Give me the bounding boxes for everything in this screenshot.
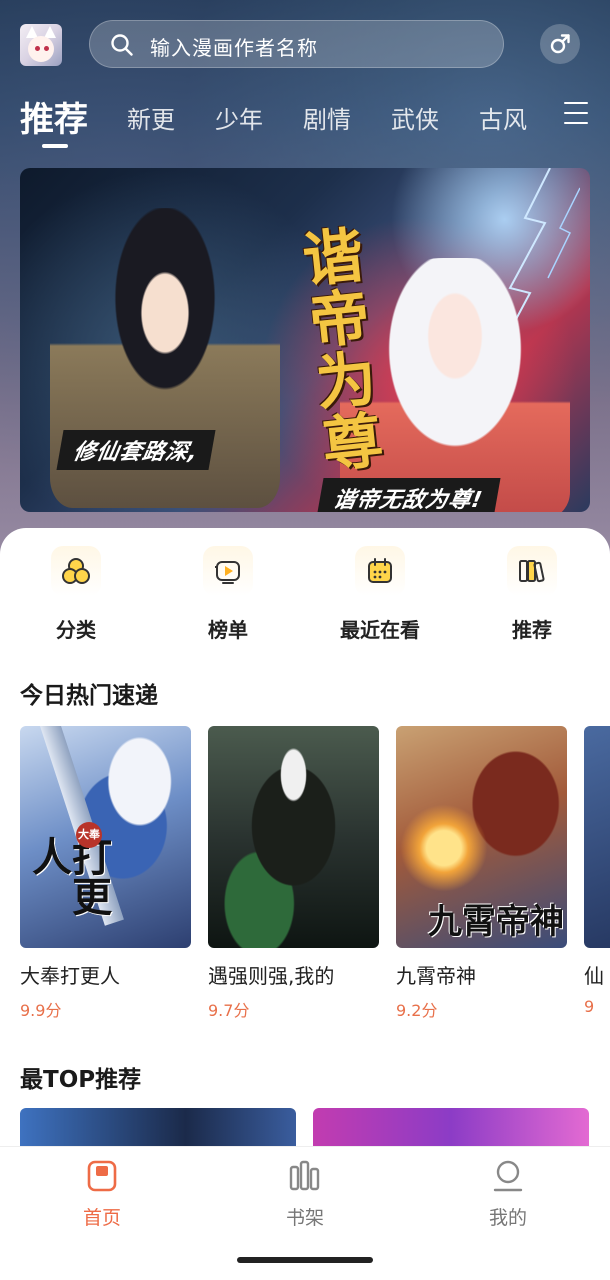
quick-link-recommend[interactable]: 推荐	[472, 546, 592, 643]
comic-card[interactable]: 仙 9	[584, 726, 610, 1016]
comic-card[interactable]: 九霄帝神 九霄帝神 9.2分	[396, 726, 567, 1021]
profile-icon	[493, 1160, 523, 1192]
comic-score: 9.7分	[208, 1001, 250, 1020]
tab-new[interactable]: 新更	[127, 100, 175, 135]
gender-toggle-button[interactable]	[540, 24, 580, 64]
cover-badge: 大奉	[76, 822, 102, 848]
quick-link-category[interactable]: 分类	[16, 546, 136, 643]
search-input[interactable]: 输入漫画作者名称	[89, 20, 504, 68]
nav-label: 首页	[82, 1207, 121, 1229]
top-comics-list	[20, 1108, 610, 1148]
quick-link-label: 分类	[56, 618, 96, 642]
quick-link-recent[interactable]: 最近在看	[320, 546, 440, 643]
top-comic-cover[interactable]	[313, 1108, 589, 1148]
nav-home[interactable]: 首页	[42, 1159, 162, 1230]
tab-shonen[interactable]: 少年	[215, 100, 263, 135]
avatar[interactable]	[20, 24, 62, 66]
active-tab-indicator	[42, 144, 68, 148]
tab-wuxia[interactable]: 武侠	[391, 100, 439, 135]
top-comic-cover[interactable]	[20, 1108, 296, 1148]
home-indicator[interactable]	[237, 1257, 373, 1263]
category-tabs: 推荐 新更 少年 剧情 武侠 古风	[0, 90, 610, 150]
ranking-icon	[215, 561, 240, 584]
tab-drama[interactable]: 剧情	[303, 100, 351, 135]
top-section-title: 最TOP推荐	[20, 1067, 142, 1093]
hot-section-title: 今日热门速递	[20, 683, 158, 709]
comic-card[interactable]: 遇强则强,我的 9.7分	[208, 726, 379, 1021]
hot-comics-list: 打更人 大奉 大奉打更人 9.9分 遇强则强,我的 9.7分 九霄帝神 九霄帝神…	[20, 726, 610, 1026]
comic-cover: 打更人 大奉	[20, 726, 191, 948]
male-icon	[550, 34, 570, 54]
bottom-nav: 首页 书架 我的	[0, 1146, 610, 1280]
banner-tagline-right: 谐帝无敌为尊!	[316, 478, 501, 512]
comic-title: 大奉打更人	[20, 964, 120, 988]
cover-title-art: 九霄帝神	[428, 902, 564, 942]
comic-title: 遇强则强,我的	[208, 964, 335, 988]
tab-ancient[interactable]: 古风	[479, 100, 527, 135]
comic-cover	[584, 726, 610, 948]
quick-links: 分类 榜单 最近在看 推荐	[0, 546, 610, 656]
comic-score: 9	[584, 997, 595, 1016]
nav-label: 书架	[285, 1207, 324, 1229]
menu-icon[interactable]	[564, 102, 588, 126]
banner-tagline-left: 修仙套路深,	[56, 430, 216, 470]
cover-title-art: 打更人	[25, 836, 112, 916]
comic-cover: 九霄帝神	[396, 726, 567, 948]
tab-recommend[interactable]: 推荐	[20, 92, 88, 141]
category-icon	[62, 558, 90, 584]
nav-bookshelf[interactable]: 书架	[245, 1159, 365, 1230]
quick-link-ranking[interactable]: 榜单	[168, 546, 288, 643]
search-icon	[111, 34, 133, 56]
bookshelf-nav-icon	[289, 1160, 320, 1191]
comic-title: 九霄帝神	[396, 964, 476, 988]
nav-label: 我的	[488, 1207, 527, 1229]
home-icon	[87, 1160, 117, 1192]
quick-link-label: 最近在看	[340, 618, 420, 642]
quick-link-label: 推荐	[512, 618, 552, 642]
featured-banner[interactable]: 谐帝为尊 修仙套路深, 谐帝无敌为尊!	[20, 168, 590, 512]
comic-title: 仙	[584, 964, 604, 988]
comic-score: 9.2分	[396, 1001, 438, 1020]
comic-score: 9.9分	[20, 1001, 62, 1020]
comic-cover	[208, 726, 379, 948]
bookshelf-icon	[519, 560, 545, 583]
quick-link-label: 榜单	[208, 618, 248, 642]
comic-card[interactable]: 打更人 大奉 大奉打更人 9.9分	[20, 726, 191, 1021]
search-placeholder: 输入漫画作者名称	[150, 36, 318, 60]
header: 输入漫画作者名称	[0, 0, 610, 90]
nav-profile[interactable]: 我的	[448, 1159, 568, 1230]
calendar-icon	[368, 558, 392, 583]
